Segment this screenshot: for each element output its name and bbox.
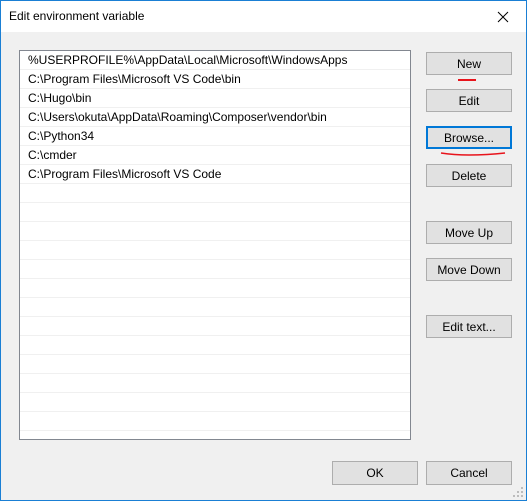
ok-button[interactable]: OK bbox=[332, 461, 418, 485]
browse-underline-annotation bbox=[440, 152, 506, 156]
list-item[interactable]: %USERPROFILE%\AppData\Local\Microsoft\Wi… bbox=[20, 51, 410, 70]
list-item[interactable]: C:\Users\okuta\AppData\Roaming\Composer\… bbox=[20, 108, 410, 127]
list-item[interactable] bbox=[20, 431, 410, 439]
list-item[interactable] bbox=[20, 260, 410, 279]
list-item[interactable] bbox=[20, 355, 410, 374]
list-item[interactable] bbox=[20, 184, 410, 203]
new-button[interactable]: New bbox=[426, 52, 512, 75]
list-item[interactable]: C:\Program Files\Microsoft VS Code bbox=[20, 165, 410, 184]
delete-button[interactable]: Delete bbox=[426, 164, 512, 187]
list-item[interactable] bbox=[20, 393, 410, 412]
close-icon bbox=[497, 11, 509, 22]
list-item[interactable]: C:\Hugo\bin bbox=[20, 89, 410, 108]
browse-button[interactable]: Browse... bbox=[426, 126, 512, 149]
edit-text-button[interactable]: Edit text... bbox=[426, 315, 512, 338]
list-item[interactable]: C:\Python34 bbox=[20, 127, 410, 146]
list-item[interactable] bbox=[20, 336, 410, 355]
move-down-button[interactable]: Move Down bbox=[426, 258, 512, 281]
list-item[interactable] bbox=[20, 298, 410, 317]
close-button[interactable] bbox=[480, 1, 526, 32]
list-item[interactable] bbox=[20, 203, 410, 222]
list-item[interactable] bbox=[20, 241, 410, 260]
list-item[interactable] bbox=[20, 317, 410, 336]
resize-grip-icon[interactable] bbox=[512, 486, 524, 498]
list-item[interactable] bbox=[20, 279, 410, 298]
list-item[interactable]: C:\cmder bbox=[20, 146, 410, 165]
list-item[interactable] bbox=[20, 412, 410, 431]
list-item[interactable] bbox=[20, 374, 410, 393]
path-list[interactable]: %USERPROFILE%\AppData\Local\Microsoft\Wi… bbox=[19, 50, 411, 440]
list-item[interactable]: C:\Program Files\Microsoft VS Code\bin bbox=[20, 70, 410, 89]
move-up-button[interactable]: Move Up bbox=[426, 221, 512, 244]
cancel-button[interactable]: Cancel bbox=[426, 461, 512, 485]
dialog-title: Edit environment variable bbox=[9, 9, 145, 23]
title-bar: Edit environment variable bbox=[1, 1, 526, 32]
new-underline-annotation bbox=[458, 79, 476, 81]
list-item[interactable] bbox=[20, 222, 410, 241]
edit-button[interactable]: Edit bbox=[426, 89, 512, 112]
edit-environment-variable-dialog: Edit environment variable %USERPROFILE%\… bbox=[0, 0, 527, 501]
